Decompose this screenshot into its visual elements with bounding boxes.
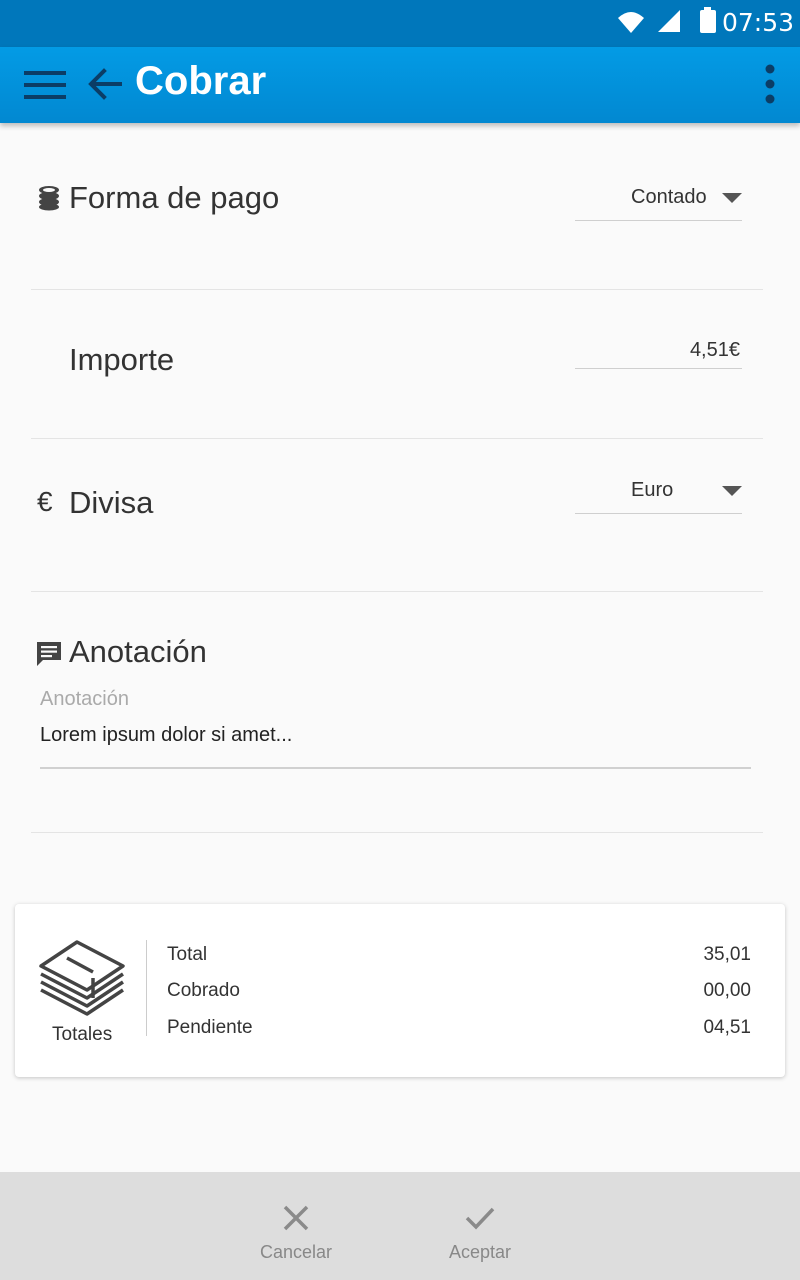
wifi-icon (618, 12, 644, 33)
chevron-down-icon (722, 193, 742, 203)
divider (31, 832, 763, 833)
payment-method-label: Forma de pago (69, 180, 280, 215)
totals-row-value: 04,51 (703, 1017, 751, 1038)
divider (31, 591, 763, 592)
divider (31, 289, 763, 290)
money-stack-icon (39, 940, 125, 1016)
amount-input[interactable]: 4,51€ (575, 335, 742, 369)
divider (31, 438, 763, 439)
totals-row-value: 35,01 (703, 944, 751, 965)
accept-label: Aceptar (448, 1242, 512, 1262)
close-icon (283, 1205, 309, 1231)
cancel-label: Cancelar (259, 1242, 333, 1262)
annotation-underline (40, 767, 751, 769)
totals-row-label: Total (167, 944, 208, 965)
totals-divider (146, 940, 147, 1036)
annotation-input[interactable]: Lorem ipsum dolor si amet... (40, 724, 292, 747)
totals-row-value: 00,00 (703, 980, 751, 1001)
coins-icon (39, 186, 59, 211)
cancel-button[interactable]: Cancelar (226, 1172, 366, 1280)
chevron-down-icon (722, 486, 742, 496)
app-bar: Cobrar (0, 47, 800, 123)
menu-icon[interactable] (22, 67, 68, 103)
euro-icon: € (37, 486, 53, 517)
comment-icon (37, 642, 61, 666)
currency-select[interactable]: Euro (575, 474, 742, 514)
payment-method-select[interactable]: Contado (575, 181, 742, 221)
totals-row-label: Cobrado (167, 980, 240, 1001)
totals-card: Totales Total 35,01 Cobrado 00,00 Pendie… (15, 904, 785, 1077)
totals-label: Totales (52, 1024, 113, 1045)
battery-icon (700, 7, 716, 33)
bottom-action-bar: Cancelar Aceptar (0, 1172, 800, 1280)
signal-icon (658, 10, 680, 32)
overflow-menu-icon[interactable] (760, 62, 780, 106)
status-time: 07:53 (721, 8, 794, 37)
status-bar: 07:53 (0, 0, 800, 47)
back-arrow-icon[interactable] (86, 65, 124, 103)
currency-label: Divisa (69, 485, 154, 520)
currency-value: Euro (631, 479, 674, 501)
amount-value: 4,51€ (689, 339, 740, 361)
annotation-title: Anotación (69, 634, 207, 669)
accept-button[interactable]: Aceptar (410, 1172, 550, 1280)
amount-label: Importe (69, 342, 175, 377)
page-title: Cobrar (135, 59, 267, 103)
check-icon (465, 1207, 495, 1230)
totals-row-label: Pendiente (167, 1017, 253, 1038)
annotation-field-label: Anotación (40, 688, 129, 710)
payment-method-value: Contado (631, 186, 707, 208)
